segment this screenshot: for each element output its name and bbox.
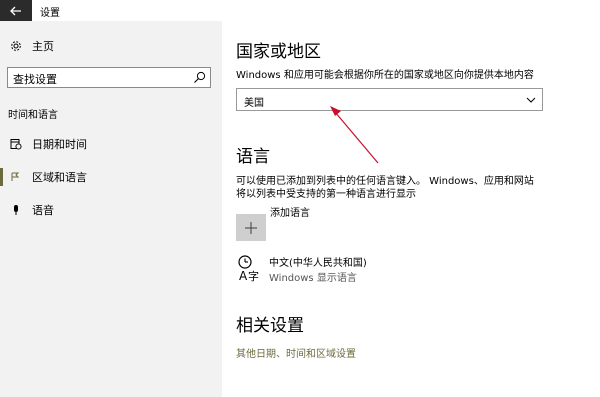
search-placeholder: 查找设置 [13, 73, 57, 86]
svg-text:字: 字 [248, 269, 259, 282]
add-language-label: 添加语言 [270, 208, 310, 219]
region-language-icon [8, 169, 24, 185]
sidebar-item-label: 日期和时间 [32, 138, 87, 151]
search-icon [194, 71, 206, 83]
sidebar-item-label: 区域和语言 [32, 171, 87, 184]
language-icon: A 字 [238, 255, 259, 282]
search-input[interactable]: 查找设置 [7, 67, 211, 88]
region-description: Windows 和应用可能会根据你所在的国家或地区向你提供本地内容 [236, 70, 534, 81]
svg-text:A: A [239, 269, 248, 282]
add-language-button[interactable]: 添加语言 [236, 208, 310, 241]
sidebar: 主页 查找设置 时间和语言 日期和时间 区域和语言 语音 [0, 21, 222, 397]
title-bar: 设置 [0, 0, 600, 21]
window-title: 设置 [40, 8, 60, 19]
additional-date-time-region-link[interactable]: 其他日期、时间和区域设置 [236, 345, 356, 360]
sidebar-item-date-time[interactable]: 日期和时间 [0, 133, 222, 155]
sidebar-item-label: 语音 [32, 204, 54, 217]
gear-icon [8, 38, 24, 54]
sidebar-item-region-language[interactable]: 区域和语言 [0, 166, 222, 188]
plus-icon [236, 214, 266, 241]
chevron-down-icon [526, 97, 536, 103]
microphone-icon [8, 202, 24, 218]
language-name: 中文(中华人民共和国) [269, 258, 367, 269]
language-description-line2: 将以列表中受支持的第一种语言进行显示 [236, 189, 416, 200]
sidebar-item-home[interactable]: 主页 [0, 35, 222, 57]
back-button[interactable] [0, 0, 32, 21]
region-select[interactable]: 美国 [236, 88, 543, 111]
section-label: 时间和语言 [8, 110, 58, 121]
sidebar-item-label: 主页 [32, 40, 54, 53]
sidebar-item-speech[interactable]: 语音 [0, 199, 222, 221]
related-settings-heading: 相关设置 [236, 316, 304, 336]
calendar-clock-icon [8, 136, 24, 152]
language-subtext: Windows 显示语言 [269, 273, 357, 284]
region-heading: 国家或地区 [236, 42, 321, 62]
region-select-value: 美国 [244, 98, 264, 109]
language-heading: 语言 [236, 147, 270, 167]
active-indicator [0, 168, 3, 186]
main-content: 国家或地区 Windows 和应用可能会根据你所在的国家或地区向你提供本地内容 … [222, 21, 600, 397]
list-item-language[interactable]: A 字 中文(中华人民共和国) Windows 显示语言 [236, 254, 536, 288]
language-description-line1: 可以使用已添加到列表中的任何语言键入。 Windows、应用和网站 [236, 176, 534, 187]
back-arrow-icon [10, 6, 21, 15]
